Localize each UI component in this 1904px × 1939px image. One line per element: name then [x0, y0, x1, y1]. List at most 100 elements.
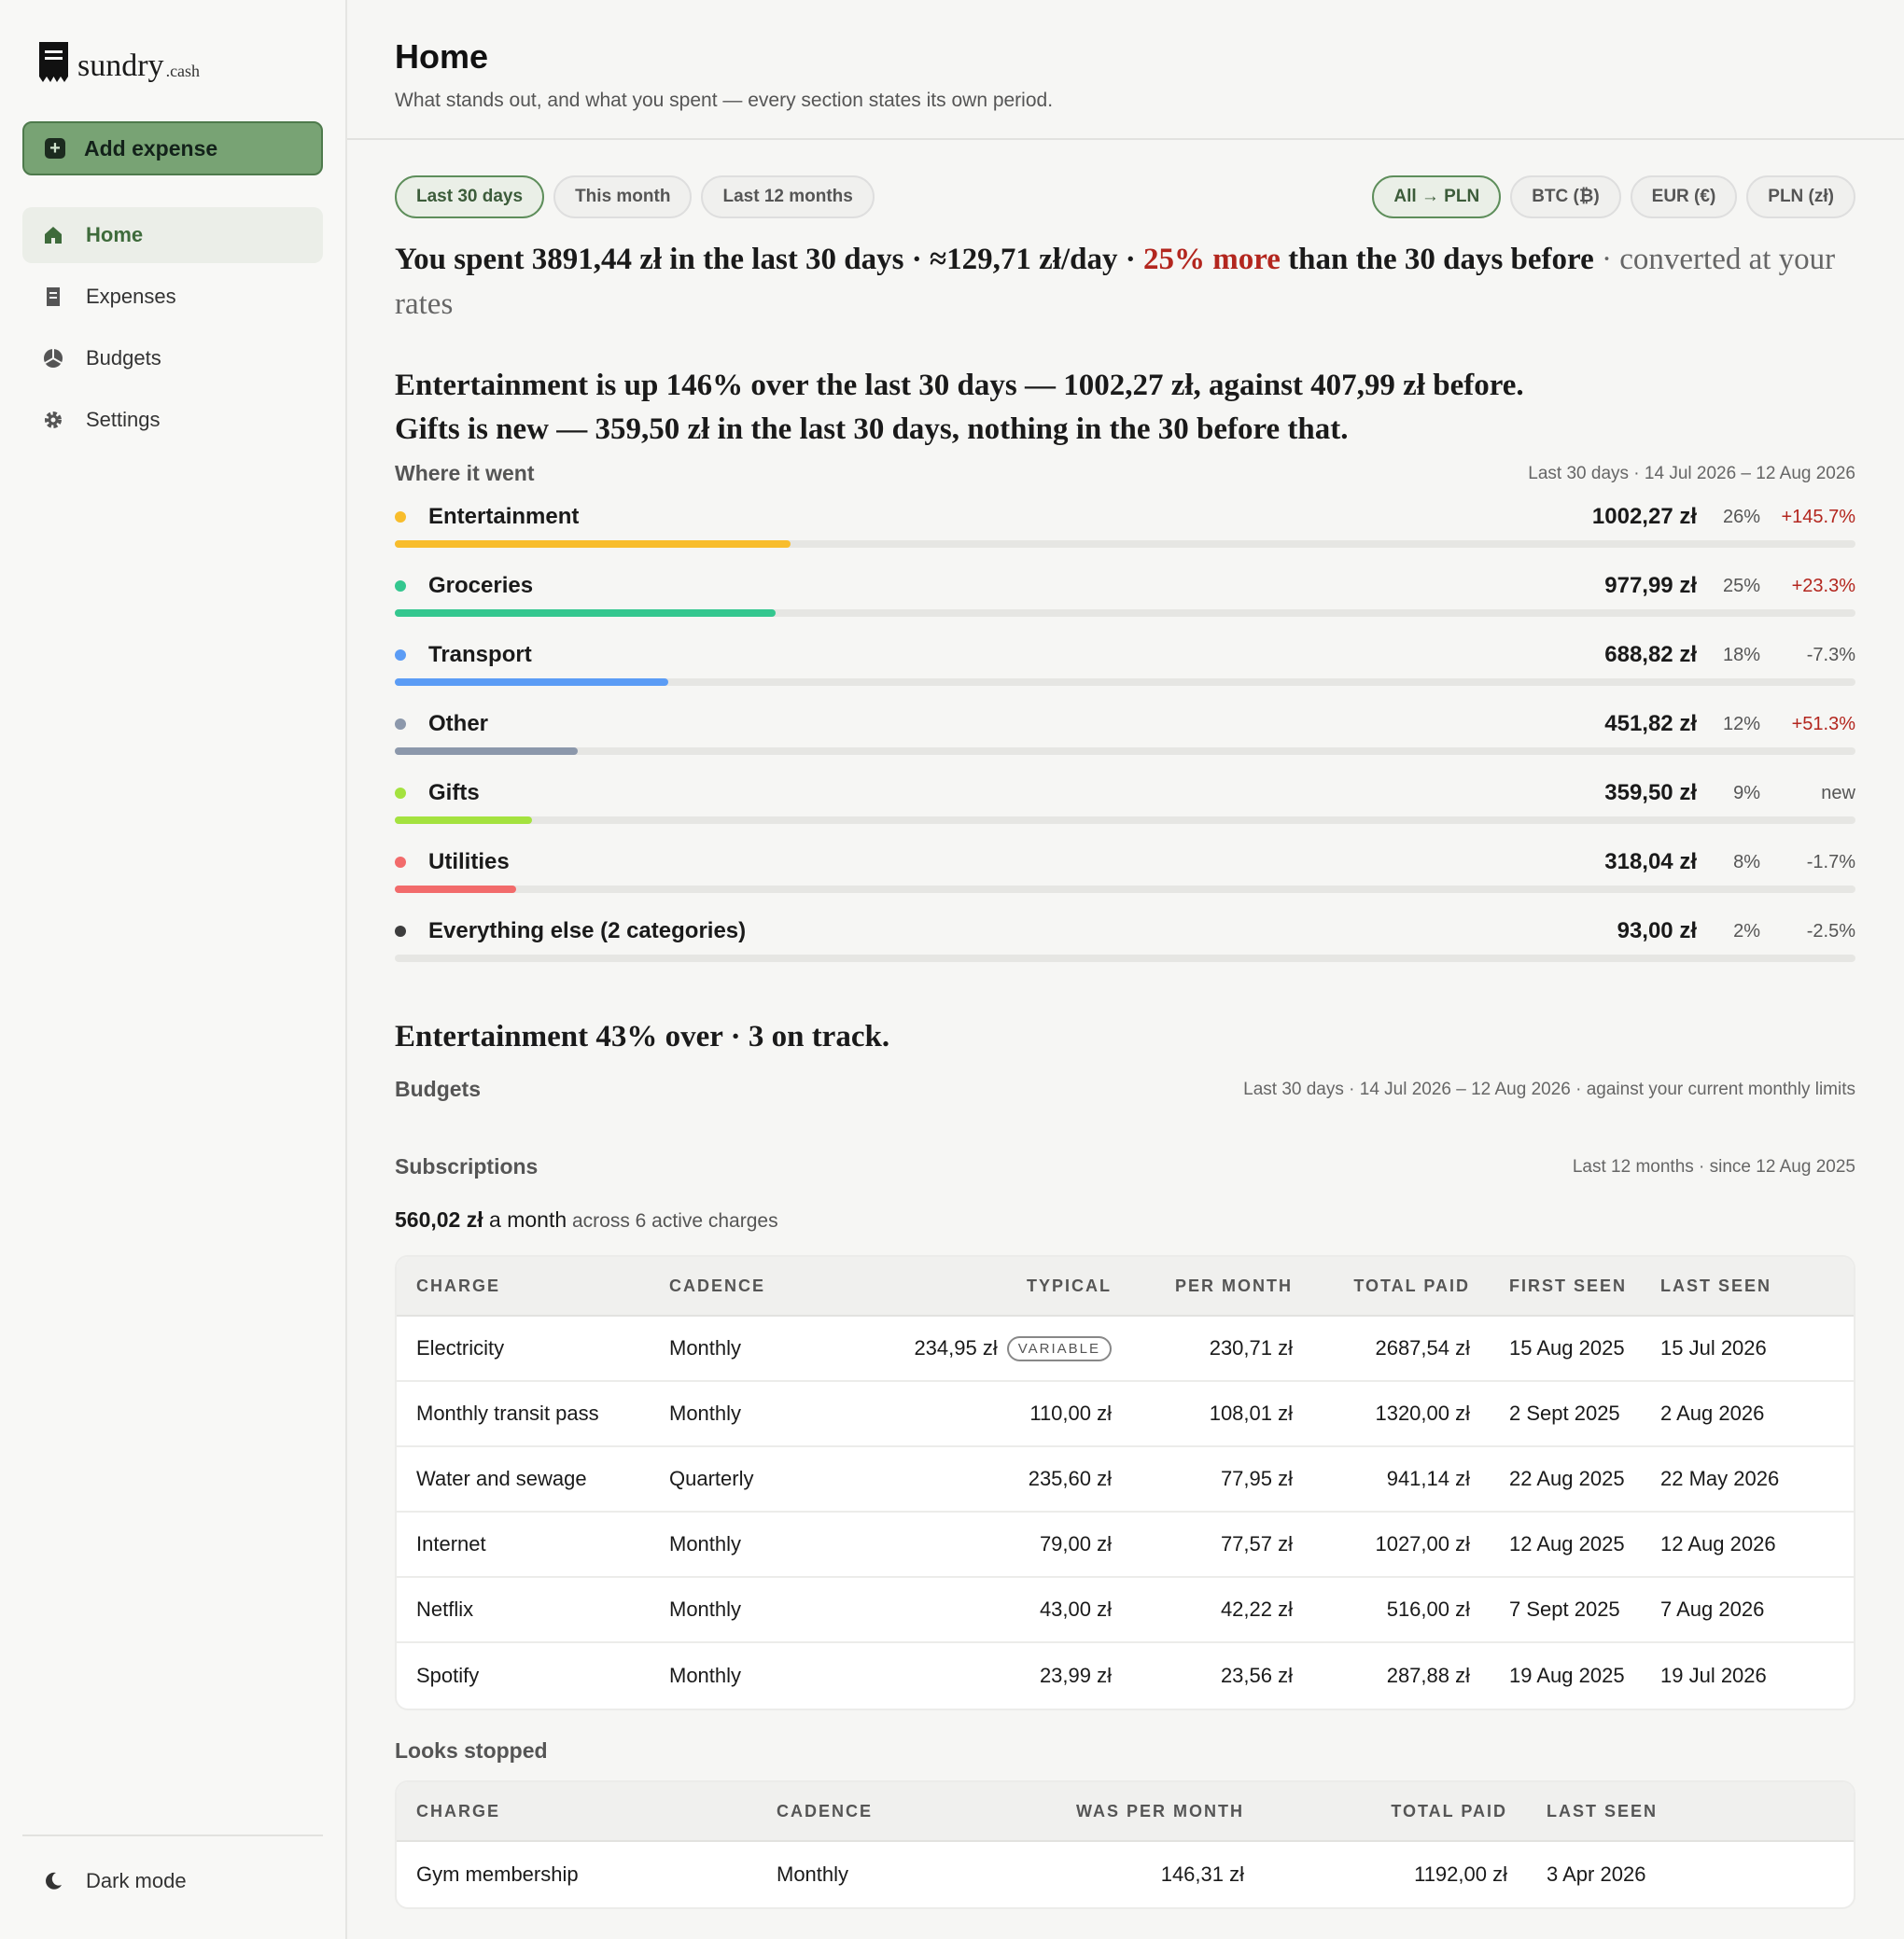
category-dot	[395, 926, 406, 937]
table-row[interactable]: Monthly transit pass Monthly 110,00 zł 108,…	[397, 1382, 1854, 1447]
sidebar-item-home[interactable]: Home	[22, 207, 323, 263]
cell-total-paid: 2687,54 zł	[1375, 1336, 1470, 1360]
subscriptions-total: 560,02 zł	[395, 1207, 483, 1232]
col-cadence[interactable]: CADENCE	[777, 1802, 1010, 1821]
summary-per-day: ≈129,71 zł/day	[930, 243, 1118, 276]
cell-last-seen: 3 Apr 2026	[1547, 1862, 1646, 1886]
budgets-title: Budgets	[395, 1077, 481, 1101]
home-icon	[43, 225, 63, 245]
pill-last-30-days[interactable]: Last 30 days	[395, 175, 545, 218]
sidebar-item-label: Home	[86, 223, 144, 246]
table-row[interactable]: Electricity Monthly 234,95 zł VARIABLE 230,7…	[397, 1317, 1854, 1382]
sidebar-nav: Home Expenses Budgets Settings	[22, 207, 323, 453]
sidebar-item-budgets[interactable]: Budgets	[22, 330, 323, 386]
cell-charge: Gym membership	[416, 1862, 579, 1886]
col-first-seen[interactable]: FIRST SEEN	[1470, 1276, 1660, 1296]
category-bar-track	[395, 678, 1855, 686]
page-title: Home	[395, 37, 489, 76]
pill-last-12-months[interactable]: Last 12 months	[701, 175, 875, 218]
plus-icon: +	[45, 138, 65, 159]
add-expense-label: Add expense	[84, 135, 218, 160]
category-top: Utilities 318,04 zł 8% -1.7%	[395, 839, 1855, 886]
cell-typical: 235,60 zł	[856, 1467, 1112, 1491]
table-row[interactable]: Water and sewage Quarterly 235,60 zł 77,95 …	[397, 1447, 1854, 1513]
spend-summary: You spent 3891,44 zł in the last 30 days…	[395, 237, 1855, 327]
pie-icon	[43, 348, 63, 369]
logo[interactable]: sundry .cash	[39, 41, 200, 82]
cell-charge: Monthly transit pass	[416, 1402, 599, 1425]
category-row[interactable]: Gifts 359,50 zł 9% new	[395, 770, 1855, 839]
category-dot	[395, 857, 406, 868]
cell-charge: Electricity	[416, 1336, 505, 1360]
pill-all-pln[interactable]: All → PLN	[1372, 175, 1502, 218]
app: sundry .cash + Add expense Home Expenses…	[0, 0, 1904, 1939]
insight-line-1: Entertainment is up 146% over the last 3…	[395, 369, 1524, 402]
cell-charge: Internet	[416, 1532, 486, 1555]
subscriptions-title: Subscriptions	[395, 1154, 539, 1179]
page-header: Home What stands out, and what you spent…	[347, 0, 1904, 140]
col-last-seen[interactable]: LAST SEEN	[1660, 1276, 1854, 1296]
pill-this-month[interactable]: This month	[553, 175, 693, 218]
typical-amount: 234,95 zł	[914, 1336, 998, 1360]
col-typical[interactable]: TYPICAL	[856, 1276, 1112, 1296]
category-list: Entertainment 1002,27 zł 26% +145.7% Groceri…	[395, 494, 1855, 977]
category-change: +51.3%	[1791, 713, 1855, 734]
table-header: CHARGE CADENCE WAS PER MONTH TOTAL PAID …	[397, 1782, 1854, 1842]
category-share: 12%	[1722, 713, 1760, 734]
pill-pln[interactable]: PLN (zł)	[1746, 175, 1855, 218]
cell-charge: Water and sewage	[416, 1467, 587, 1490]
category-row[interactable]: Groceries 977,99 zł 25% +23.3%	[395, 563, 1855, 632]
cell-last-seen: 22 May 2026	[1660, 1467, 1780, 1490]
category-name: Groceries	[428, 573, 534, 598]
summary-text-2: in the last 30 days ·	[662, 243, 931, 276]
category-row[interactable]: Other 451,82 zł 12% +51.3%	[395, 701, 1855, 770]
sidebar-item-expenses[interactable]: Expenses	[22, 269, 323, 325]
category-top: Transport 688,82 zł 18% -7.3%	[395, 632, 1855, 678]
category-row[interactable]: Entertainment 1002,27 zł 26% +145.7%	[395, 494, 1855, 563]
sidebar: sundry .cash + Add expense Home Expenses…	[0, 0, 347, 1939]
cell-last-seen: 2 Aug 2026	[1660, 1402, 1765, 1425]
add-expense-button[interactable]: + Add expense	[22, 121, 323, 175]
variable-badge: VARIABLE	[1006, 1335, 1112, 1361]
dark-mode-toggle[interactable]: Dark mode	[22, 1853, 187, 1909]
subscriptions-header: Subscriptions Last 12 months · since 12 …	[395, 1154, 1855, 1179]
category-top: Entertainment 1002,27 zł 26% +145.7%	[395, 494, 1855, 540]
category-share: 25%	[1722, 575, 1760, 596]
category-bar-fill	[395, 540, 791, 548]
category-row[interactable]: Everything else (2 categories) 93,00 zł 2%…	[395, 908, 1855, 977]
category-bar-fill	[395, 678, 669, 686]
category-change: +23.3%	[1791, 575, 1855, 596]
col-total-paid[interactable]: TOTAL PAID	[1293, 1276, 1470, 1296]
pill-btc[interactable]: BTC (₿)	[1510, 175, 1621, 218]
category-amount: 359,50 zł	[1604, 780, 1697, 805]
sidebar-item-label: Budgets	[86, 346, 161, 370]
category-amount: 318,04 zł	[1604, 849, 1697, 874]
table-row[interactable]: Gym membership Monthly 146,31 zł 1192,00…	[397, 1842, 1854, 1907]
category-change: +145.7%	[1781, 506, 1855, 527]
table-row[interactable]: Netflix Monthly 43,00 zł 42,22 zł 516,00 zł 7…	[397, 1578, 1854, 1643]
col-charge[interactable]: CHARGE	[397, 1802, 777, 1821]
col-per-month[interactable]: PER MONTH	[1112, 1276, 1293, 1296]
col-total-paid[interactable]: TOTAL PAID	[1244, 1802, 1507, 1821]
category-row[interactable]: Transport 688,82 zł 18% -7.3%	[395, 632, 1855, 701]
col-charge[interactable]: CHARGE	[397, 1276, 669, 1296]
sidebar-item-settings[interactable]: Settings	[22, 392, 323, 448]
col-cadence[interactable]: CADENCE	[669, 1276, 856, 1296]
category-bar-fill	[395, 747, 578, 755]
category-share: 26%	[1722, 506, 1760, 527]
cell-charge: Netflix	[416, 1597, 474, 1621]
col-last-seen[interactable]: LAST SEEN	[1507, 1802, 1854, 1821]
category-row[interactable]: Utilities 318,04 zł 8% -1.7%	[395, 839, 1855, 908]
dark-mode-label: Dark mode	[86, 1869, 187, 1892]
cell-first-seen: 7 Sept 2025	[1509, 1597, 1620, 1621]
table-row[interactable]: Spotify Monthly 23,99 zł 23,56 zł 287,88 zł 1…	[397, 1643, 1854, 1709]
category-top: Everything else (2 categories) 93,00 zł 2%…	[395, 908, 1855, 955]
cell-cadence: Monthly	[669, 1597, 742, 1621]
category-change: -7.3%	[1806, 644, 1855, 665]
pill-eur[interactable]: EUR (€)	[1630, 175, 1738, 218]
period-pills: Last 30 days This month Last 12 months	[395, 175, 875, 218]
col-was-per-month[interactable]: WAS PER MONTH	[1010, 1802, 1244, 1821]
category-bar-fill	[395, 886, 517, 893]
table-row[interactable]: Internet Monthly 79,00 zł 77,57 zł 1027,00 z…	[397, 1513, 1854, 1578]
summary-text-3: ·	[1117, 243, 1143, 276]
